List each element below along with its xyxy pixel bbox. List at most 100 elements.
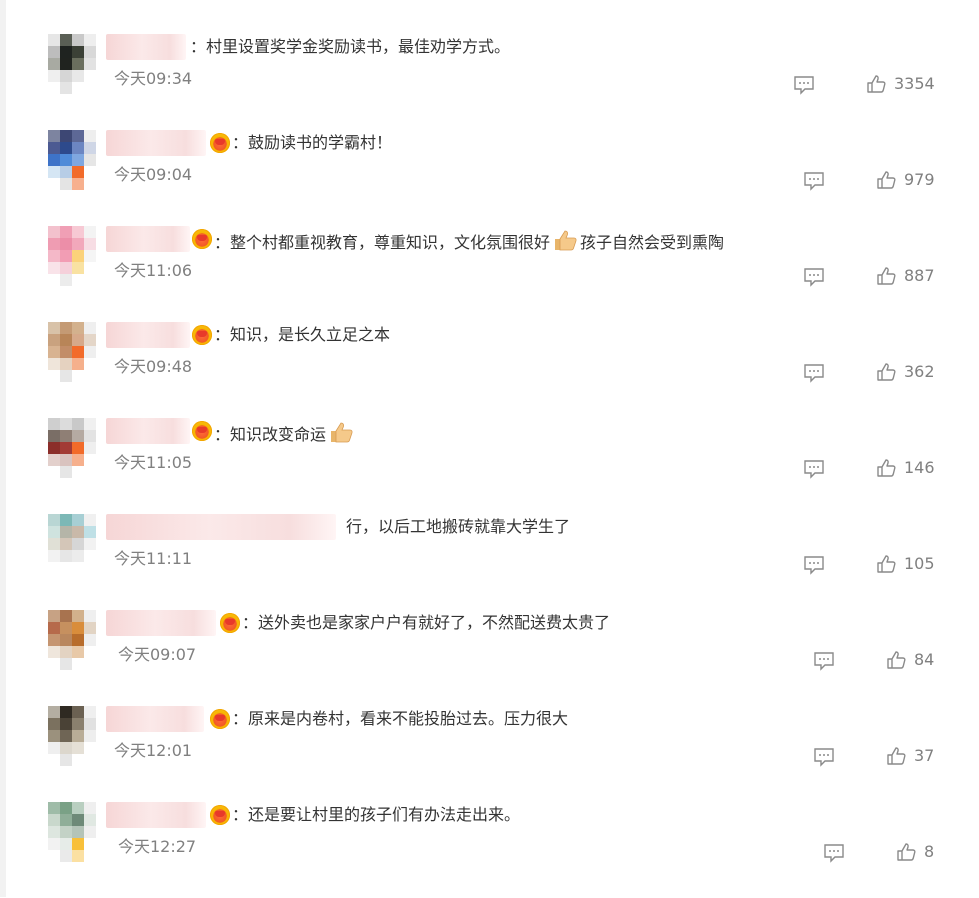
vip-crown-icon	[220, 613, 240, 633]
avatar[interactable]	[48, 802, 96, 862]
comment-item: ：鼓励读书的学霸村！ 今天09:04 979	[48, 130, 948, 226]
comment-icon	[794, 76, 814, 95]
avatar[interactable]	[48, 514, 96, 574]
comment-time: 今天09:07	[118, 645, 197, 664]
comment-text: ：送外卖也是家家户户有就好了，不然配送费太贵了	[242, 613, 611, 632]
comment-text: 行，以后工地搬砖就靠大学生了	[346, 517, 571, 536]
reply-button[interactable]	[812, 650, 836, 672]
vip-crown-icon	[192, 325, 212, 345]
thumbs-up-icon	[887, 747, 906, 765]
comment-time: 今天12:01	[114, 741, 193, 760]
comment-text-part1: ：知识改变命运	[214, 425, 327, 444]
vip-crown-icon	[210, 805, 230, 825]
vip-crown-icon	[210, 133, 230, 153]
reply-button[interactable]	[802, 458, 826, 480]
username-blurred[interactable]	[106, 226, 190, 252]
reply-button[interactable]	[802, 170, 826, 192]
like-button[interactable]: 105	[876, 552, 935, 576]
avatar[interactable]	[48, 34, 96, 94]
username-blurred[interactable]	[106, 322, 190, 348]
comment-icon	[824, 844, 844, 863]
like-button[interactable]: 362	[876, 360, 935, 384]
thumbs-up-icon	[887, 651, 906, 669]
thumbs-up-icon	[877, 267, 896, 285]
thumbs-up-icon	[877, 459, 896, 477]
thumbs-up-icon	[877, 171, 896, 189]
comment-icon	[814, 652, 834, 671]
comment-icon	[804, 268, 824, 287]
like-count: 105	[904, 554, 935, 573]
username-blurred[interactable]	[106, 610, 216, 636]
comment-text-part1: ：整个村都重视教育，尊重知识，文化氛围很好	[214, 233, 551, 252]
thumbs-up-emoji	[331, 422, 353, 443]
comment-item: ：原来是内卷村，看来不能投胎过去。压力很大 今天12:01 37	[48, 706, 948, 802]
reply-button[interactable]	[812, 746, 836, 768]
reply-button[interactable]	[822, 842, 846, 864]
comment-icon	[814, 748, 834, 767]
comment-text: ：鼓励读书的学霸村！	[232, 133, 393, 152]
comment-item: ：送外卖也是家家户户有就好了，不然配送费太贵了 今天09:07 84	[48, 610, 948, 706]
comment-icon	[804, 460, 824, 479]
avatar[interactable]	[48, 610, 96, 670]
reply-button[interactable]	[792, 74, 816, 96]
comment-item: ：村里设置奖学金奖励读书，最佳劝学方式。 今天09:34 3354	[48, 34, 948, 130]
like-button[interactable]: 3354	[866, 72, 935, 96]
comment-text: ：知识改变命运	[214, 420, 356, 446]
like-count: 362	[904, 362, 935, 381]
username-blurred[interactable]	[106, 706, 204, 732]
thumbs-up-emoji	[555, 230, 577, 251]
like-button[interactable]: 37	[886, 744, 934, 768]
like-count: 84	[914, 650, 935, 669]
username-blurred[interactable]	[106, 34, 186, 60]
like-count: 8	[924, 842, 935, 861]
avatar[interactable]	[48, 418, 96, 478]
like-button[interactable]: 8	[896, 840, 934, 864]
like-button[interactable]: 887	[876, 264, 935, 288]
like-count: 146	[904, 458, 935, 477]
vip-crown-icon	[192, 229, 212, 249]
like-button[interactable]: 84	[886, 648, 934, 672]
comment-icon	[804, 172, 824, 191]
thumbs-up-icon	[877, 363, 896, 381]
reply-button[interactable]	[802, 266, 826, 288]
left-scroll-strip	[0, 0, 6, 897]
comment-text: ：整个村都重视教育，尊重知识，文化氛围很好 孩子自然会受到熏陶	[214, 228, 724, 254]
thumbs-up-icon	[897, 843, 916, 861]
comment-time: 今天09:34	[114, 69, 193, 88]
username-blurred[interactable]	[106, 418, 190, 444]
comment-time: 今天11:11	[114, 549, 193, 568]
like-count: 37	[914, 746, 935, 765]
avatar[interactable]	[48, 130, 96, 190]
username-blurred[interactable]	[106, 130, 206, 156]
username-blurred[interactable]	[106, 802, 206, 828]
comment-text-part2: 孩子自然会受到熏陶	[580, 233, 725, 252]
comment-text: ：原来是内卷村，看来不能投胎过去。压力很大	[232, 709, 569, 728]
avatar[interactable]	[48, 226, 96, 286]
comment-time: 今天11:06	[114, 261, 193, 280]
comment-item: ：还是要让村里的孩子们有办法走出来。 今天12:27 8	[48, 802, 948, 898]
like-count: 979	[904, 170, 935, 189]
vip-crown-icon	[192, 421, 212, 441]
thumbs-up-icon	[867, 75, 886, 93]
comment-text: ：知识，是长久立足之本	[214, 325, 391, 344]
comment-item: 行，以后工地搬砖就靠大学生了 今天11:11 105	[48, 514, 948, 610]
comment-time: 今天09:04	[114, 165, 193, 184]
reply-button[interactable]	[802, 554, 826, 576]
like-count: 3354	[894, 74, 935, 93]
comment-time: 今天09:48	[114, 357, 193, 376]
comment-text: ：村里设置奖学金奖励读书，最佳劝学方式。	[190, 37, 511, 56]
like-count: 887	[904, 266, 935, 285]
username-blurred[interactable]	[106, 514, 336, 540]
like-button[interactable]: 979	[876, 168, 935, 192]
avatar[interactable]	[48, 322, 96, 382]
comment-text: ：还是要让村里的孩子们有办法走出来。	[232, 805, 521, 824]
thumbs-up-icon	[877, 555, 896, 573]
like-button[interactable]: 146	[876, 456, 935, 480]
comment-icon	[804, 556, 824, 575]
vip-crown-icon	[210, 709, 230, 729]
reply-button[interactable]	[802, 362, 826, 384]
comment-icon	[804, 364, 824, 383]
avatar[interactable]	[48, 706, 96, 766]
comment-time: 今天12:27	[118, 837, 197, 856]
comment-item: ：知识改变命运 今天11:05 146	[48, 418, 948, 514]
